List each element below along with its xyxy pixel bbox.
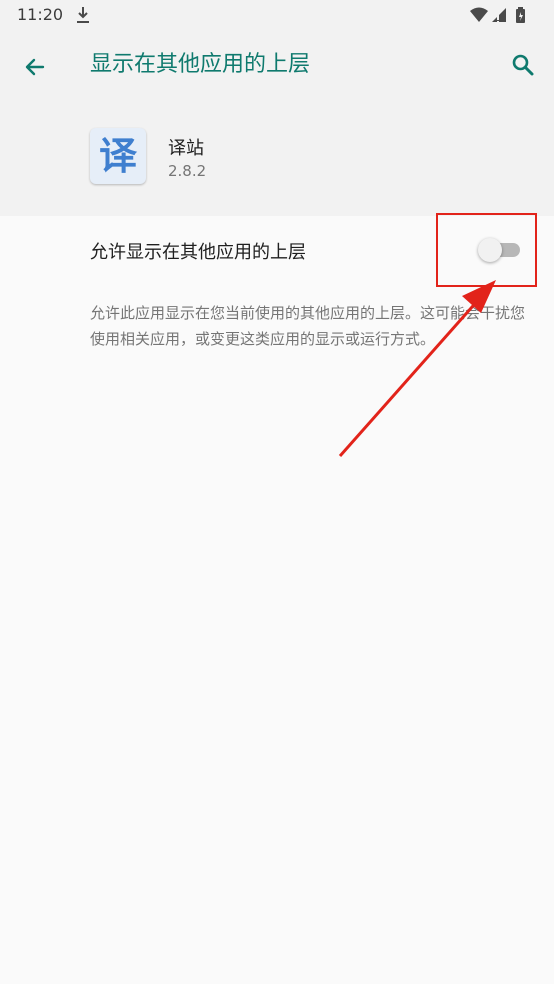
wifi-icon bbox=[470, 7, 488, 22]
app-version: 2.8.2 bbox=[168, 162, 207, 180]
search-button[interactable] bbox=[506, 48, 540, 82]
back-button[interactable] bbox=[18, 50, 52, 84]
page-title: 显示在其他应用的上层 bbox=[90, 52, 311, 77]
app-icon: 译 bbox=[90, 128, 146, 184]
search-icon bbox=[512, 54, 534, 76]
status-time: 11:20 bbox=[17, 5, 64, 24]
app-name: 译站 bbox=[168, 138, 204, 159]
status-icons bbox=[470, 6, 542, 24]
app-icon-glyph: 译 bbox=[98, 134, 137, 178]
status-bar: 11:20 bbox=[0, 0, 554, 30]
battery-icon bbox=[516, 7, 525, 23]
download-icon bbox=[76, 6, 90, 24]
permission-label: 允许显示在其他应用的上层 bbox=[90, 242, 306, 263]
annotation-arrow-icon bbox=[338, 280, 496, 457]
app-bar: 显示在其他应用的上层 译 译站 2.8.2 bbox=[0, 30, 554, 216]
signal-icon bbox=[492, 8, 506, 22]
arrow-back-icon bbox=[25, 58, 45, 76]
